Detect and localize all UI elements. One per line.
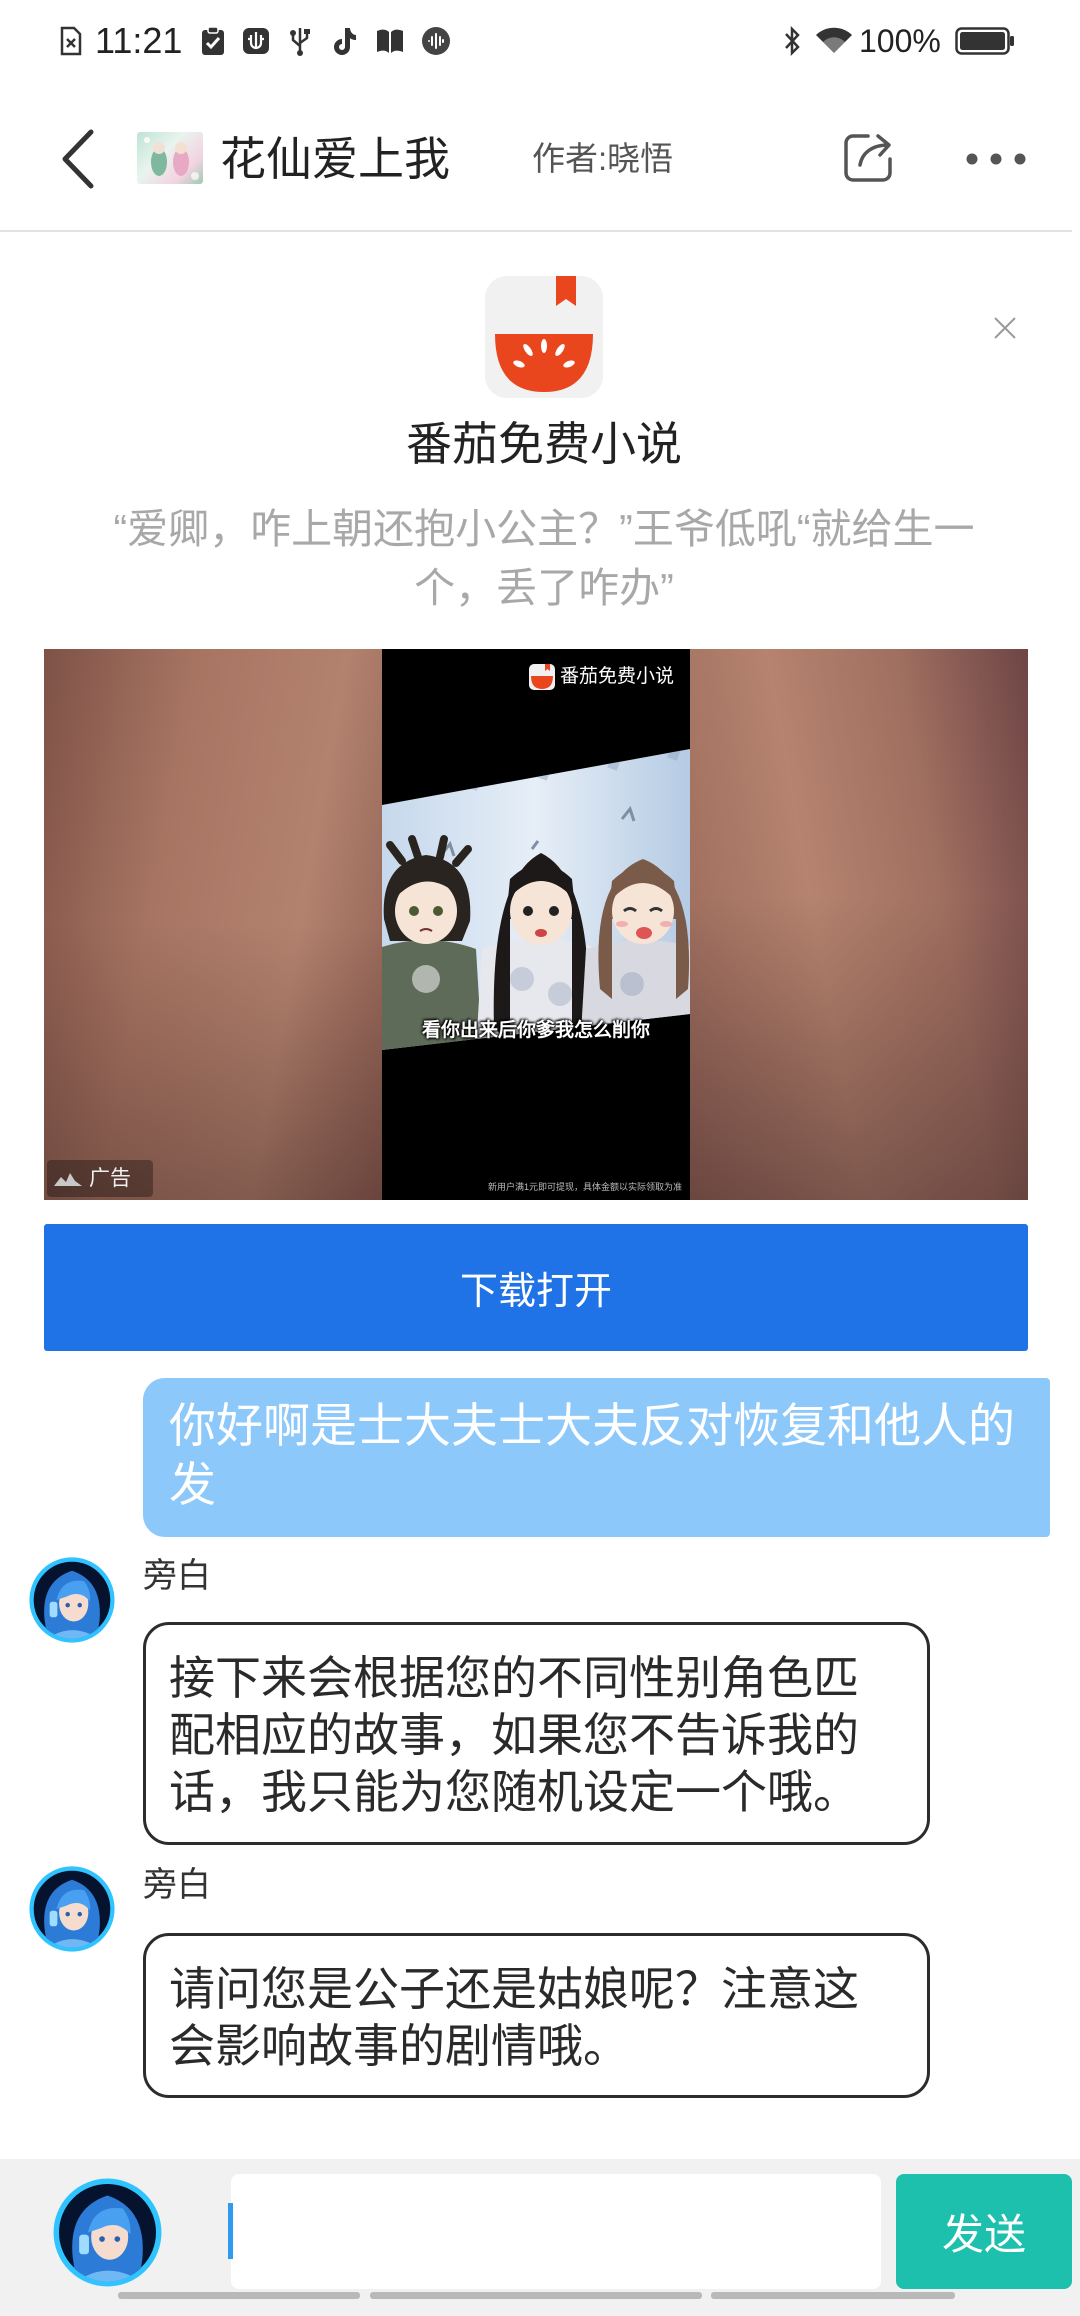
ad-app-name: 番茄免费小说 — [406, 418, 682, 470]
message-line: 你好啊是士大夫士大夫反对恢复和他人的 — [169, 1399, 1015, 1452]
usb-debugging-icon — [243, 28, 269, 54]
video-disclaimer: 新用户满1元即可提现，具体金额以实际领取为准 — [487, 1182, 682, 1192]
clipboard-check-icon — [202, 26, 224, 55]
video-artwork — [382, 749, 690, 1050]
my-avatar[interactable] — [53, 2178, 162, 2287]
header-divider — [0, 230, 1072, 232]
more-icon[interactable] — [962, 150, 1028, 168]
tomato-app-icon[interactable] — [485, 276, 603, 398]
text-cursor — [228, 2203, 233, 2259]
wifi-icon — [816, 27, 852, 53]
download-open-button[interactable]: 下载打开 — [44, 1224, 1028, 1351]
share-icon[interactable] — [840, 129, 896, 185]
message-line: 接下来会根据您的不同性别角色匹 — [169, 1652, 859, 1704]
close-icon[interactable] — [993, 316, 1017, 340]
user-message-bubble: 你好啊是士大夫士大夫反对恢复和他人的 发 — [143, 1378, 1050, 1537]
usb-icon — [290, 28, 310, 56]
message-line: 请问您是公子还是姑娘呢？注意这 — [169, 1963, 859, 2015]
bottom-indicator-segment — [118, 2292, 360, 2299]
ad-quote-line: 个，丢了咋办” — [414, 565, 674, 611]
voice-assistant-icon — [422, 27, 450, 55]
ad-label-text: 广告 — [89, 1167, 131, 1190]
send-button[interactable]: 发送 — [896, 2174, 1072, 2289]
status-time: 11:21 — [95, 20, 183, 61]
message-line: 配相应的故事，如果您不告诉我的 — [169, 1709, 859, 1761]
ad-video[interactable]: 番茄免费小说 看你出来后你爹我怎么削你 新用户满1元即可提现，具体金额以实际领取… — [44, 649, 1028, 1200]
book-author[interactable]: 作者:晓悟 — [532, 139, 673, 179]
battery-percent: 100% — [859, 23, 941, 59]
video-caption: 看你出来后你爹我怎么削你 — [421, 1020, 650, 1041]
ad-quote-line: “爱卿，咋上朝还抱小公主？”王爷低吼“就给生一 — [113, 506, 975, 552]
video-blur-right — [690, 649, 1028, 1200]
narrator-avatar — [29, 1866, 115, 1952]
narrator-name: 旁白 — [143, 1557, 211, 1595]
bluetooth-icon — [785, 26, 800, 56]
ad-label-badge: 广告 — [47, 1160, 153, 1197]
narrator-message-bubble: 请问您是公子还是姑娘呢？注意这 会影响故事的剧情哦。 — [143, 1933, 930, 2098]
video-logo-text: 番茄免费小说 — [560, 666, 675, 687]
book-title: 花仙爱上我 — [220, 133, 450, 185]
ad-sound-icon — [54, 1172, 82, 1186]
narrator-message-bubble: 接下来会根据您的不同性别角色匹 配相应的故事，如果您不告诉我的 话，我只能为您随… — [143, 1622, 930, 1845]
message-line: 发 — [169, 1458, 216, 1511]
message-line: 话，我只能为您随机设定一个哦。 — [169, 1766, 859, 1818]
video-blur-left — [44, 649, 382, 1200]
back-icon[interactable] — [55, 126, 99, 192]
narrator-name: 旁白 — [143, 1866, 211, 1904]
bottom-indicator-segment — [370, 2292, 702, 2299]
book-icon — [377, 29, 403, 53]
video-frame: 番茄免费小说 看你出来后你爹我怎么削你 新用户满1元即可提现，具体金额以实际领取… — [382, 649, 690, 1200]
battery-icon — [955, 27, 1014, 55]
message-line: 会影响故事的剧情哦。 — [169, 2020, 629, 2072]
tiktok-icon — [334, 28, 356, 55]
book-cover-thumbnail — [137, 132, 203, 184]
document-icon — [60, 26, 82, 56]
narrator-avatar — [29, 1557, 115, 1643]
message-input[interactable] — [231, 2174, 881, 2289]
tomato-logo-icon — [529, 664, 555, 690]
bottom-indicator-segment — [711, 2292, 955, 2299]
